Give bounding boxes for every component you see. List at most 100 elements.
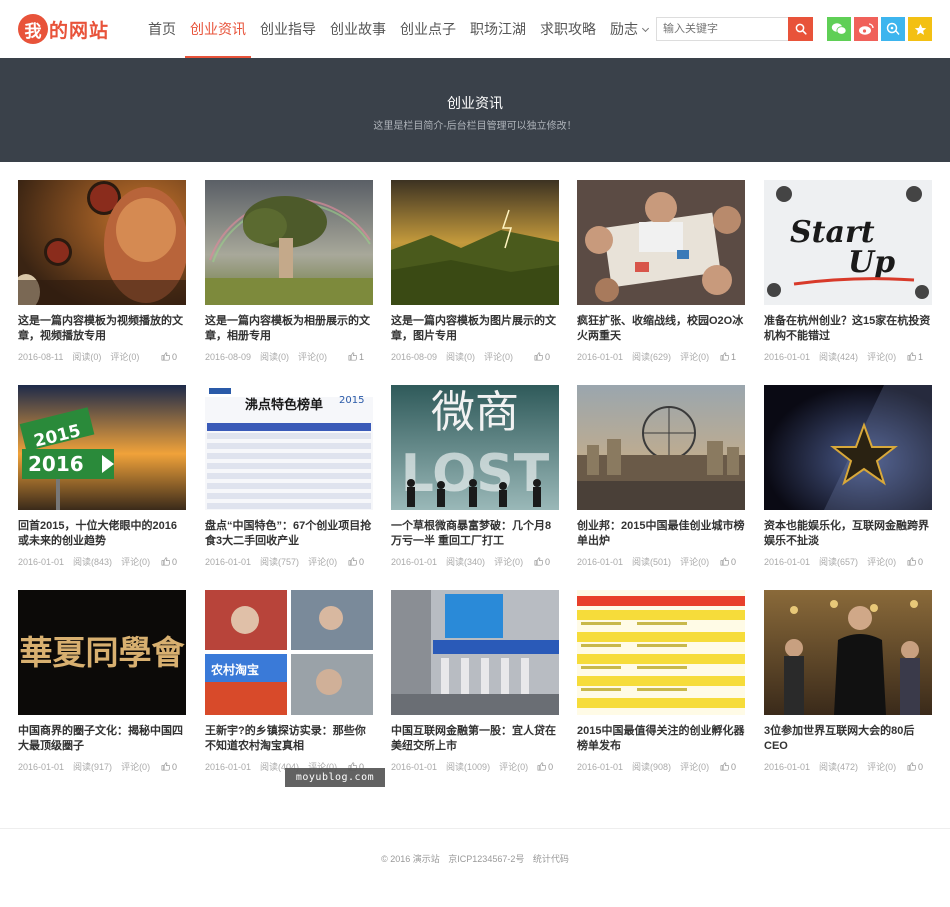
post-title[interactable]: 资本也能娱乐化，互联网金融跨界娱乐不扯淡 [764,519,932,549]
qq-button[interactable] [881,17,905,41]
post-title[interactable]: 这是一篇内容模板为图片展示的文章，图片专用 [391,314,559,344]
wechat-button[interactable] [827,17,851,41]
nav-item-startup-ideas[interactable]: 创业点子 [393,0,463,58]
like-count: 0 [548,761,554,772]
post-thumbnail[interactable]: 微商 LOST [391,385,559,510]
post-thumbnail[interactable] [391,180,559,305]
social-links [827,17,932,41]
post-title[interactable]: 这是一篇内容模板为相册展示的文章，相册专用 [205,314,373,344]
site-logo[interactable]: 我 的网站 [18,13,109,45]
like-button[interactable]: 0 [720,557,745,567]
post-thumbnail[interactable] [391,590,559,715]
like-button[interactable]: 0 [534,352,559,362]
nav-item-inspiration[interactable]: 励志 [603,0,655,58]
post-thumbnail[interactable] [205,180,373,305]
weibo-icon [859,23,874,35]
like-button[interactable]: 0 [161,762,186,772]
post-meta: 2016-08-11 阅读(0) 评论(0) 0 [18,350,186,363]
post-title[interactable]: 盘点“中国特色”：67个创业项目抢食3大二手回收产业 [205,519,373,549]
like-button[interactable]: 0 [534,557,559,567]
nav-item-startup-news[interactable]: 创业资讯 [183,0,253,58]
post-comments[interactable]: 评论(0) [680,760,709,773]
post-title[interactable]: 准备在杭州创业？这15家在杭投资机构不能错过 [764,314,932,344]
post-card: 农村淘宝 王新宇?的乡镇探访实录：那些你不知道农村淘宝真相 2016-01-01… [205,590,373,773]
like-button[interactable]: 0 [161,557,186,567]
post-thumbnail[interactable] [577,180,745,305]
post-views: 阅读(0) [260,352,290,362]
post-comments[interactable]: 评论(0) [867,760,896,773]
post-card: 疯狂扩张、收缩战线，校园O2O冰火两重天 2016-01-01 阅读(629) … [577,180,745,363]
post-thumbnail[interactable] [764,385,932,510]
post-comments[interactable]: 评论(0) [484,350,513,363]
post-meta: 2016-01-01 阅读(629) 评论(0) 1 [577,350,745,363]
search-button[interactable] [788,17,813,41]
nav-item-startup-guide[interactable]: 创业指导 [253,0,323,58]
nav-item-workplace[interactable]: 职场江湖 [463,0,533,58]
nav-label: 创业故事 [330,21,386,37]
post-comments[interactable]: 评论(0) [867,350,896,363]
post-title[interactable]: 王新宇?的乡镇探访实录：那些你不知道农村淘宝真相 [205,724,373,754]
post-thumbnail[interactable] [764,590,932,715]
post-title[interactable]: 2015中国最值得关注的创业孵化器榜单发布 [577,724,745,754]
nav-item-job-tips[interactable]: 求职攻略 [533,0,603,58]
site-footer: © 2016 演示站 京ICP1234567-2号 统计代码 [0,828,950,907]
post-title[interactable]: 创业邦：2015中国最佳创业城市榜单出炉 [577,519,745,549]
like-count: 0 [730,761,736,772]
post-comments[interactable]: 评论(0) [121,555,150,568]
post-thumbnail[interactable]: 華夏同學會 [18,590,186,715]
post-title[interactable]: 回首2015，十位大佬眼中的2016或未来的创业趋势 [18,519,186,549]
nav-item-home[interactable]: 首页 [141,0,183,58]
thumbs-up-icon [720,557,729,566]
post-thumbnail[interactable]: Start Up [764,180,932,305]
thumbs-up-icon [907,557,916,566]
post-title[interactable]: 中国商界的圈子文化：揭秘中国四大最顶级圈子 [18,724,186,754]
post-meta: 2016-01-01 阅读(908) 评论(0) 0 [577,760,745,773]
post-comments[interactable]: 评论(0) [121,760,150,773]
weibo-button[interactable] [854,17,878,41]
post-thumbnail[interactable] [577,385,745,510]
post-title[interactable]: 3位参加世界互联网大会的80后CEO [764,724,932,754]
post-title[interactable]: 这是一篇内容模板为视频播放的文章，视频播放专用 [18,314,186,344]
like-button[interactable]: 0 [907,762,932,772]
post-thumbnail[interactable]: 2015 2016 [18,385,186,510]
like-button[interactable]: 0 [161,352,186,362]
search-input[interactable] [656,17,788,41]
like-button[interactable]: 1 [720,352,745,362]
post-comments[interactable]: 评论(0) [494,555,523,568]
post-thumbnail[interactable] [18,180,186,305]
post-comments[interactable]: 评论(0) [110,350,139,363]
nav-item-startup-stories[interactable]: 创业故事 [323,0,393,58]
post-thumbnail[interactable]: 沸点特色榜单 2015 [205,385,373,510]
post-title[interactable]: 一个草根微商暴富梦破：几个月8万亏一半 重回工厂打工 [391,519,559,549]
like-button[interactable]: 1 [348,352,373,362]
like-button[interactable]: 0 [907,557,932,567]
like-button[interactable]: 0 [720,762,745,772]
site-header: 我 的网站 首页 创业资讯 创业指导 创业故事 创业点子 职场江湖 求职攻略 励… [0,0,950,58]
like-button[interactable]: 1 [907,352,932,362]
post-comments[interactable]: 评论(0) [680,555,709,568]
post-views: 阅读(629) [632,352,672,362]
post-views: 阅读(501) [632,557,672,567]
post-thumbnail[interactable]: 农村淘宝 [205,590,373,715]
nav-label: 职场江湖 [470,21,526,37]
post-date: 2016-08-09 [205,351,252,362]
footer-text: © 2016 演示站 京ICP1234567-2号 统计代码 [0,852,950,865]
post-views: 阅读(1009) [446,762,491,772]
icp-link[interactable]: 京ICP1234567-2号 [448,854,524,864]
post-comments[interactable]: 评论(0) [867,555,896,568]
post-comments[interactable]: 评论(0) [298,350,327,363]
search-icon [795,23,807,35]
post-title[interactable]: 疯狂扩张、收缩战线，校园O2O冰火两重天 [577,314,745,344]
post-thumbnail[interactable] [577,590,745,715]
post-title[interactable]: 中国互联网金融第一股：宜人贷在美纽交所上市 [391,724,559,754]
like-button[interactable]: 0 [537,762,562,772]
post-comments[interactable]: 评论(0) [680,350,709,363]
like-count: 0 [917,761,923,772]
post-card: 这是一篇内容模板为视频播放的文章，视频播放专用 2016-08-11 阅读(0)… [18,180,186,363]
like-button[interactable]: 0 [348,557,373,567]
post-comments[interactable]: 评论(0) [499,760,528,773]
favorite-button[interactable] [908,17,932,41]
post-comments[interactable]: 评论(0) [308,555,337,568]
post-card: 華夏同學會 中国商界的圈子文化：揭秘中国四大最顶级圈子 2016-01-01 阅… [18,590,186,773]
main-nav: 首页 创业资讯 创业指导 创业故事 创业点子 职场江湖 求职攻略 励志 [141,0,655,58]
